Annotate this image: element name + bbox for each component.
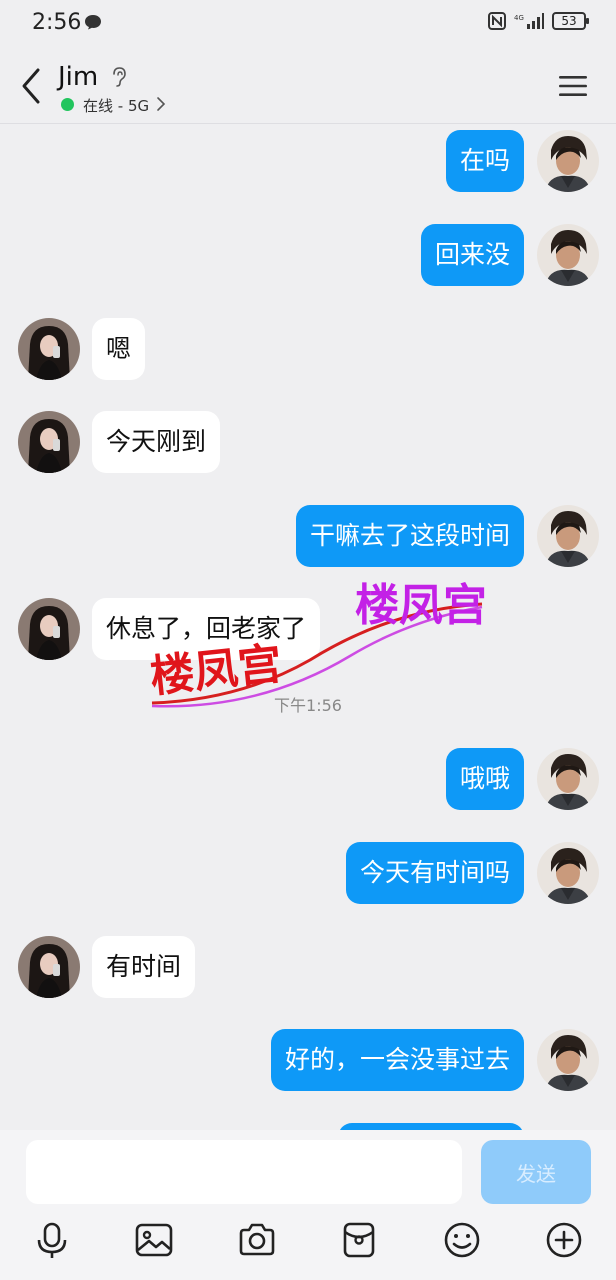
- message-bubble[interactable]: 在吗: [445, 130, 524, 192]
- microphone-icon[interactable]: [32, 1220, 72, 1260]
- battery-icon: 53: [552, 12, 589, 30]
- camera-icon[interactable]: [237, 1220, 277, 1260]
- signal-icon: 4G: [514, 13, 544, 29]
- plus-icon[interactable]: [544, 1220, 584, 1260]
- contact-avatar[interactable]: [18, 318, 80, 380]
- send-button[interactable]: 发送: [481, 1140, 591, 1204]
- status-time: 2:56: [32, 10, 82, 35]
- my-avatar[interactable]: [537, 224, 599, 286]
- earpiece-mode-icon: [113, 67, 126, 87]
- status-bar: 2:56 4G 53: [0, 0, 616, 48]
- message-bubble[interactable]: 今天刚到: [92, 411, 221, 473]
- watermark: 楼凤宫 楼凤宫: [150, 580, 487, 708]
- my-avatar[interactable]: [537, 505, 599, 567]
- online-status[interactable]: 在线 - 5G: [83, 95, 149, 116]
- message-bubble[interactable]: 哦哦: [445, 748, 524, 810]
- red-packet-icon[interactable]: [339, 1220, 379, 1260]
- message-notification-icon: [85, 15, 101, 30]
- message-bubble[interactable]: 今天有时间吗: [345, 842, 524, 904]
- message-bubble[interactable]: 干嘛去了这段时间: [295, 505, 524, 567]
- my-avatar[interactable]: [537, 748, 599, 810]
- my-avatar[interactable]: [537, 842, 599, 904]
- emoji-icon[interactable]: [442, 1220, 482, 1260]
- my-avatar[interactable]: [537, 130, 599, 192]
- message-bubble[interactable]: 回来没: [420, 224, 524, 286]
- message-bubble[interactable]: 嗯: [92, 318, 146, 380]
- message-bubble[interactable]: 好的，一会没事过去: [270, 1029, 524, 1091]
- watermark-text-right: 楼凤宫: [355, 580, 487, 631]
- online-indicator: [61, 98, 74, 111]
- message-bubble[interactable]: 有时间: [92, 936, 196, 998]
- chat-header: Jim 在线 - 5G: [0, 48, 616, 124]
- image-icon[interactable]: [134, 1220, 174, 1260]
- contact-avatar[interactable]: [18, 936, 80, 998]
- contact-avatar[interactable]: [18, 598, 80, 660]
- back-arrow-icon[interactable]: [18, 66, 44, 106]
- contact-name[interactable]: Jim: [58, 62, 98, 92]
- menu-icon[interactable]: [558, 74, 588, 98]
- nfc-icon: [488, 12, 506, 30]
- chevron-right-icon[interactable]: [156, 96, 166, 112]
- network-label: 4G: [514, 14, 524, 22]
- message-input[interactable]: [26, 1140, 462, 1204]
- my-avatar[interactable]: [537, 1029, 599, 1091]
- contact-avatar[interactable]: [18, 411, 80, 473]
